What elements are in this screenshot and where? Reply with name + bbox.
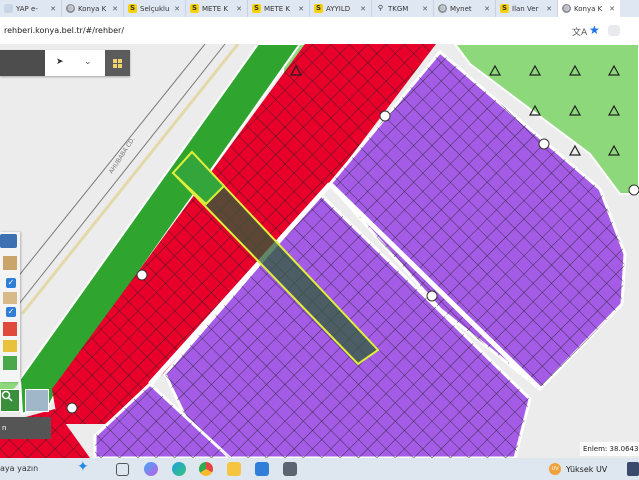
close-icon[interactable]: ✕: [235, 5, 243, 13]
node-marker[interactable]: [66, 402, 78, 414]
layer-thumbnail[interactable]: [3, 340, 17, 352]
node-marker[interactable]: [379, 110, 391, 122]
windows-taskbar: aya yazın ✦ UV Yüksek UV: [0, 458, 639, 480]
chevron-down-icon[interactable]: ⌄: [84, 57, 92, 67]
navigation-arrow-icon[interactable]: ➤: [56, 57, 64, 67]
node-marker[interactable]: [628, 184, 639, 196]
store-icon[interactable]: [255, 462, 269, 476]
translate-icon[interactable]: 文A: [572, 25, 587, 38]
map-canvas[interactable]: AHUBABA CD.: [0, 44, 639, 458]
weather-text[interactable]: Yüksek UV: [566, 465, 607, 474]
close-icon[interactable]: ✕: [483, 5, 491, 13]
calculator-icon[interactable]: [283, 462, 297, 476]
close-icon[interactable]: ✕: [111, 5, 119, 13]
browser-tab[interactable]: S METE K ✕: [248, 0, 310, 17]
sparkle-icon[interactable]: ✦: [77, 459, 89, 475]
pin-icon: ⚲: [377, 4, 384, 12]
browser-tab[interactable]: ◍ Mynet ✕: [434, 0, 496, 17]
globe-icon: ◍: [562, 4, 571, 13]
layer-thumbnail[interactable]: [3, 292, 17, 304]
browser-tab-bar: YAP e- ✕ ◍ Konya K ✕ S Selçuklu ✕ S METE K ✕ SM…: [0, 0, 639, 17]
s-favicon-icon: S: [314, 4, 323, 13]
tab-label: METE K: [264, 4, 290, 13]
profile-icon[interactable]: [608, 25, 620, 36]
browser-tab[interactable]: YAP e- ✕: [0, 0, 62, 17]
tab-label: Mynet: [450, 4, 472, 13]
weather-icon[interactable]: UV: [549, 463, 561, 475]
close-icon[interactable]: ✕: [608, 5, 616, 13]
globe-icon: ◍: [66, 4, 75, 13]
chrome-icon[interactable]: [199, 462, 213, 476]
grid-icon: [113, 58, 122, 68]
layer-checkbox[interactable]: ✓: [6, 278, 16, 288]
s-favicon-icon: S: [128, 4, 137, 13]
layer-checkbox[interactable]: ✓: [6, 307, 16, 317]
tab-label: YAP e-: [16, 4, 38, 13]
tab-label: TKGM: [388, 4, 409, 13]
layer-thumbnail[interactable]: [3, 322, 17, 336]
close-icon[interactable]: ✕: [173, 5, 181, 13]
browser-tab[interactable]: S Selçuklu ✕: [124, 0, 186, 17]
layers-grid-button[interactable]: [105, 50, 130, 76]
edge-icon[interactable]: [172, 462, 186, 476]
browser-tab[interactable]: S AYYILD ✕: [310, 0, 372, 17]
layer-thumbnail[interactable]: [3, 256, 17, 270]
map-toolbar: ➤ ⌄: [0, 50, 130, 76]
node-marker[interactable]: [426, 290, 438, 302]
browser-tab-active[interactable]: ◍ Konya K ✕: [558, 0, 620, 17]
page-icon: [4, 4, 13, 13]
globe-icon: ◍: [438, 4, 447, 13]
book-icon[interactable]: [0, 234, 17, 248]
search-icon: [1, 390, 13, 402]
address-bar: rehberi.konya.bel.tr/#/rehber/ 文A ★: [0, 17, 639, 45]
star-icon[interactable]: ★: [589, 23, 600, 37]
node-marker[interactable]: [136, 269, 148, 281]
close-icon[interactable]: ✕: [359, 5, 367, 13]
s-favicon-icon: S: [252, 4, 261, 13]
taskbar-search[interactable]: aya yazın ✦: [0, 458, 112, 480]
url-text[interactable]: rehberi.konya.bel.tr/#/rehber/: [4, 26, 124, 35]
tab-label: AYYILD: [326, 4, 351, 13]
tray-icon[interactable]: [627, 462, 639, 476]
s-favicon-icon: S: [190, 4, 199, 13]
close-icon[interactable]: ✕: [545, 5, 553, 13]
layer-thumbnail[interactable]: [3, 356, 17, 370]
coordinate-readout: Enlem: 38.06434 | B: [580, 442, 639, 456]
browser-tab[interactable]: S METE K ✕: [186, 0, 248, 17]
task-view-icon[interactable]: [116, 463, 129, 476]
map-view[interactable]: AHUBABA CD. ➤ ⌄ ✓ ✓ n Enlem: 38.0643: [0, 44, 639, 458]
browser-tab[interactable]: S İlan Ver ✕: [496, 0, 558, 17]
browser-tab[interactable]: ⚲ TKGM ✕: [372, 0, 434, 17]
taskbar-search-text: aya yazın: [0, 464, 39, 473]
tab-label: İlan Ver: [512, 4, 539, 13]
map-thumbnail-button[interactable]: [25, 389, 49, 412]
close-icon[interactable]: ✕: [49, 5, 57, 13]
tab-label: Konya K: [78, 4, 107, 13]
copilot-icon[interactable]: [144, 462, 158, 476]
panel-button[interactable]: n: [0, 417, 51, 439]
s-favicon-icon: S: [500, 4, 509, 13]
map-search-button[interactable]: [0, 389, 20, 412]
tab-label: Selçuklu: [140, 4, 170, 13]
toolbar-panel[interactable]: [0, 50, 45, 76]
close-icon[interactable]: ✕: [421, 5, 429, 13]
tab-label: Konya K: [574, 4, 603, 13]
tab-label: METE K: [202, 4, 228, 13]
layer-panel: ✓ ✓: [0, 232, 20, 382]
browser-tab[interactable]: ◍ Konya K ✕: [62, 0, 124, 17]
file-explorer-icon[interactable]: [227, 462, 241, 476]
close-icon[interactable]: ✕: [297, 5, 305, 13]
node-marker[interactable]: [538, 138, 550, 150]
